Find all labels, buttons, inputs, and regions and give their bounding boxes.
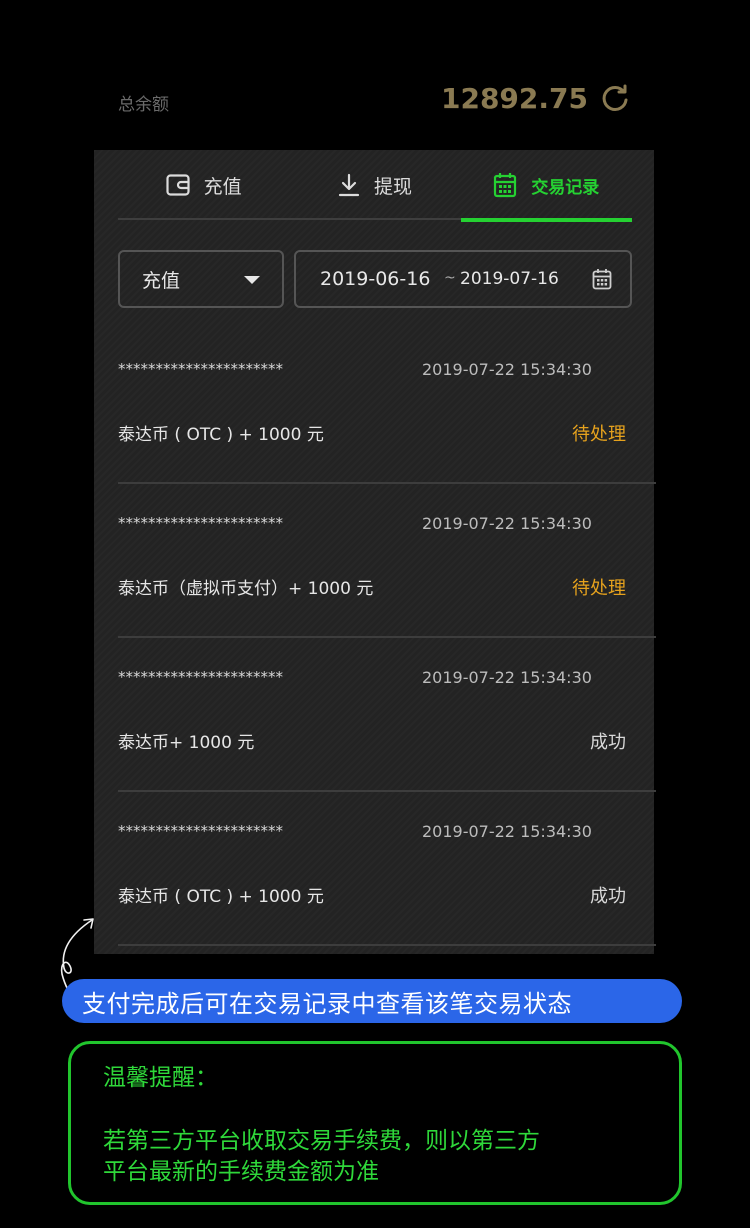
wallet-icon xyxy=(166,174,190,196)
tab-transactions[interactable]: 交易记录 xyxy=(460,150,633,222)
tab-bar: 充值 提现 交易记录 xyxy=(118,150,633,222)
record-description: 泰达币 ( OTC ) + 1000 元 xyxy=(118,887,324,907)
date-separator: ~ xyxy=(444,270,456,286)
record-time: 2019-07-22 15:34:30 xyxy=(422,514,592,533)
record-time: 2019-07-22 15:34:30 xyxy=(422,668,592,687)
calendar-icon xyxy=(494,173,517,198)
record-description: 泰达币 ( OTC ) + 1000 元 xyxy=(118,425,324,445)
type-select[interactable]: 充值 xyxy=(118,250,284,308)
notice-box: 温馨提醒： 若第三方平台收取交易手续费，则以第三方 平台最新的手续费金额为准 xyxy=(68,1041,682,1205)
record-account: ********************** xyxy=(118,668,283,686)
list-item[interactable]: ********************** 2019-07-22 15:34:… xyxy=(118,792,656,946)
record-time: 2019-07-22 15:34:30 xyxy=(422,360,592,379)
tab-recharge[interactable]: 充值 xyxy=(118,150,289,220)
record-description: 泰达币+ 1000 元 xyxy=(118,733,255,753)
record-account: ********************** xyxy=(118,360,283,378)
notice-line-1: 若第三方平台收取交易手续费，则以第三方 xyxy=(103,1128,540,1154)
tip-bubble: 支付完成后可在交易记录中查看该笔交易状态 xyxy=(62,979,682,1023)
type-select-value: 充值 xyxy=(142,269,181,292)
caret-down-icon xyxy=(244,276,260,284)
record-description: 泰达币（虚拟币支付）+ 1000 元 xyxy=(118,579,374,599)
tab-withdraw[interactable]: 提现 xyxy=(289,150,460,220)
record-status: 待处理 xyxy=(572,424,626,445)
balance-value: 12892.75 xyxy=(440,82,588,115)
refresh-icon[interactable] xyxy=(600,84,630,114)
tab-transactions-label: 交易记录 xyxy=(531,177,600,198)
balance-label: 总余额 xyxy=(118,95,169,115)
date-end: 2019-07-16 xyxy=(460,269,559,289)
records-list: ********************** 2019-07-22 15:34:… xyxy=(118,330,656,946)
list-item[interactable]: ********************** 2019-07-22 15:34:… xyxy=(118,638,656,792)
notice-title: 温馨提醒： xyxy=(103,1065,218,1091)
notice-line-2: 平台最新的手续费金额为准 xyxy=(103,1159,379,1185)
date-start: 2019-06-16 xyxy=(320,268,431,290)
tab-recharge-label: 充值 xyxy=(203,175,242,198)
records-panel: 充值 提现 交易记录 充值 2019-06-16 ~ 2019-07-16 **… xyxy=(94,150,656,954)
download-icon xyxy=(338,173,360,197)
list-item[interactable]: ********************** 2019-07-22 15:34:… xyxy=(118,330,656,484)
notice-body: 若第三方平台收取交易手续费，则以第三方 平台最新的手续费金额为准 xyxy=(103,1126,663,1188)
record-status: 成功 xyxy=(590,886,626,907)
record-status: 待处理 xyxy=(572,578,626,599)
record-time: 2019-07-22 15:34:30 xyxy=(422,822,592,841)
list-item[interactable]: ********************** 2019-07-22 15:34:… xyxy=(118,484,656,638)
date-range-picker[interactable]: 2019-06-16 ~ 2019-07-16 xyxy=(294,250,632,308)
record-account: ********************** xyxy=(118,514,283,532)
record-status: 成功 xyxy=(590,732,626,753)
calendar-icon xyxy=(592,269,612,290)
record-account: ********************** xyxy=(118,822,283,840)
tab-withdraw-label: 提现 xyxy=(373,175,412,198)
